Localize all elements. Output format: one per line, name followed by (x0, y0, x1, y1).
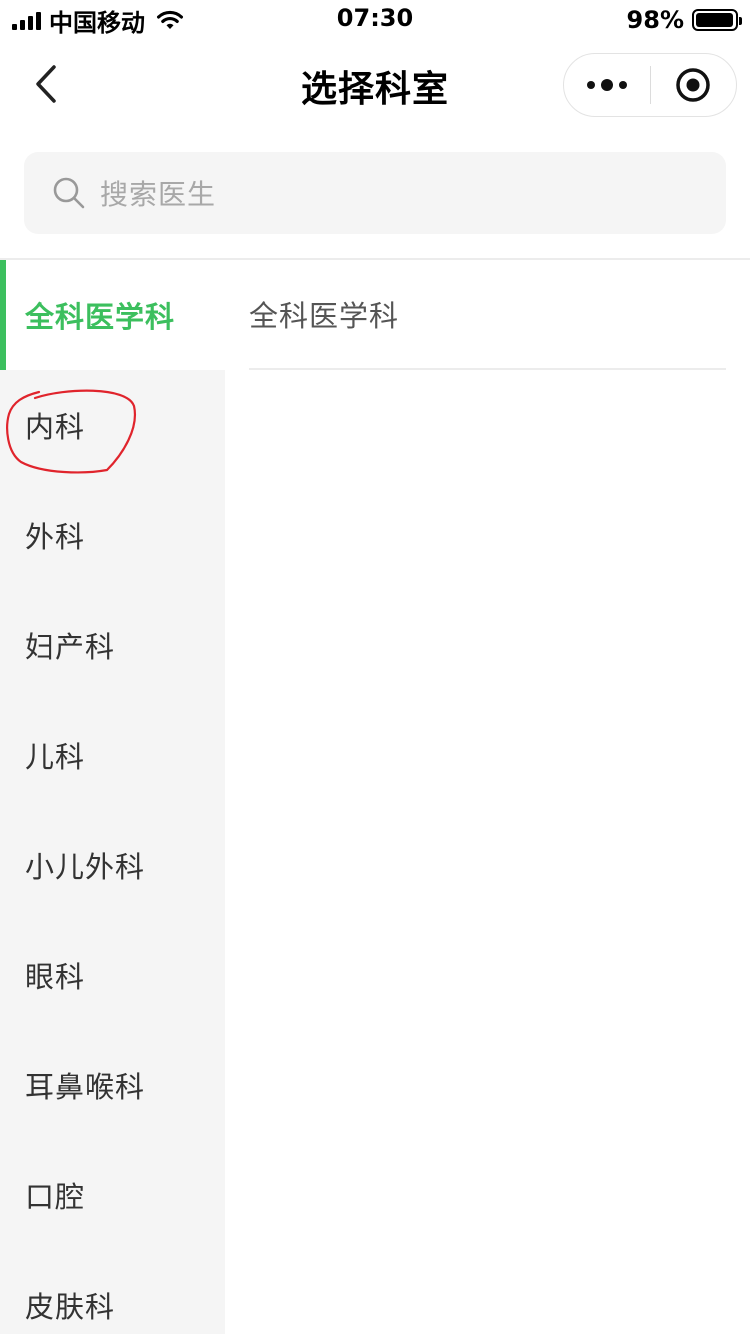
battery-fill (696, 13, 734, 27)
close-miniprogram-button[interactable] (651, 54, 737, 116)
status-right: 98% (626, 6, 742, 34)
sidebar-item-surgery[interactable]: 外科 (0, 480, 225, 590)
sidebar-item-pediatrics[interactable]: 儿科 (0, 700, 225, 810)
search-icon (53, 177, 85, 209)
nav-bar: 选择科室 (0, 40, 750, 130)
department-content: 全科医学科 (249, 260, 726, 370)
sidebar-item-pediatric-surgery[interactable]: 小儿外科 (0, 810, 225, 920)
search-input[interactable]: 搜索医生 (24, 152, 726, 234)
department-sidebar: 全科医学科 内科 外科 妇产科 儿科 小儿外科 眼科 耳鼻喉科 口腔 皮肤科 (0, 260, 225, 1334)
target-icon (676, 68, 710, 102)
sidebar-item-ent[interactable]: 耳鼻喉科 (0, 1030, 225, 1140)
sidebar-item-obstetrics-gynecology[interactable]: 妇产科 (0, 590, 225, 700)
battery-icon (692, 9, 742, 31)
sidebar-item-stomatology[interactable]: 口腔 (0, 1140, 225, 1250)
status-bar: 中国移动 07:30 98% (0, 0, 750, 40)
list-item[interactable]: 全科医学科 (249, 260, 726, 370)
sidebar-item-internal-medicine[interactable]: 内科 (0, 370, 225, 480)
sidebar-item-ophthalmology[interactable]: 眼科 (0, 920, 225, 1030)
battery-percent: 98% (626, 6, 684, 34)
more-button[interactable] (564, 54, 650, 116)
capsule-menu (563, 53, 737, 117)
more-dots-icon (586, 79, 627, 91)
sidebar-item-dermatology[interactable]: 皮肤科 (0, 1250, 225, 1334)
sidebar-item-general-medicine[interactable]: 全科医学科 (0, 260, 225, 370)
search-placeholder: 搜索医生 (100, 178, 217, 211)
